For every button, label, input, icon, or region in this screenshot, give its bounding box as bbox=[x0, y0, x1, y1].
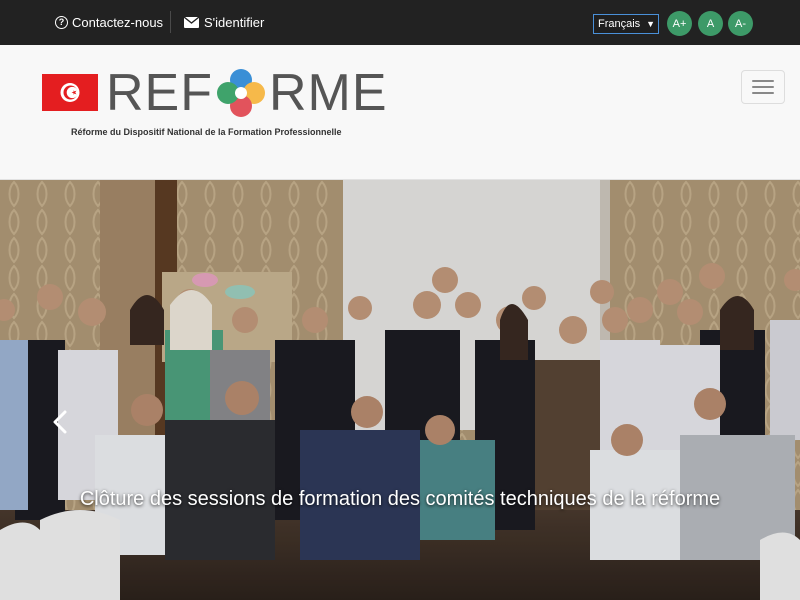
font-increase-button[interactable]: A+ bbox=[667, 11, 692, 36]
login-link[interactable]: S'identifier bbox=[184, 0, 264, 45]
brand-text-right: RME bbox=[269, 64, 388, 122]
site-logo[interactable]: REF RME bbox=[106, 63, 388, 123]
language-select[interactable]: Français ▼ bbox=[593, 14, 659, 34]
login-label: S'identifier bbox=[204, 15, 265, 30]
carousel-prev-button[interactable] bbox=[50, 410, 70, 434]
group-photo bbox=[0, 180, 800, 600]
brand-text-left: REF bbox=[106, 64, 213, 122]
chevron-down-icon: ▼ bbox=[646, 19, 655, 29]
menu-bar bbox=[752, 92, 774, 94]
hero-carousel bbox=[0, 180, 800, 600]
envelope-icon bbox=[184, 17, 199, 28]
font-decrease-button[interactable]: A- bbox=[728, 11, 753, 36]
contact-label: Contactez-nous bbox=[72, 15, 164, 30]
language-value: Français bbox=[598, 18, 641, 30]
top-bar: ? Contactez-nous S'identifier Français ▼… bbox=[0, 0, 800, 45]
site-header: REF RME Réforme du Dispositif National d… bbox=[0, 45, 800, 180]
question-icon: ? bbox=[55, 16, 68, 29]
flower-logo-icon bbox=[217, 69, 265, 117]
contact-link[interactable]: ? Contactez-nous bbox=[55, 0, 163, 45]
menu-bar bbox=[752, 86, 774, 88]
top-separator bbox=[170, 11, 171, 33]
font-reset-button[interactable]: A bbox=[698, 11, 723, 36]
menu-bar bbox=[752, 80, 774, 82]
tunisia-flag-icon bbox=[42, 74, 98, 111]
site-tagline: Réforme du Dispositif National de la For… bbox=[71, 127, 342, 137]
hero-caption: Clôture des sessions de formation des co… bbox=[79, 488, 721, 510]
menu-toggle-button[interactable] bbox=[741, 70, 785, 104]
